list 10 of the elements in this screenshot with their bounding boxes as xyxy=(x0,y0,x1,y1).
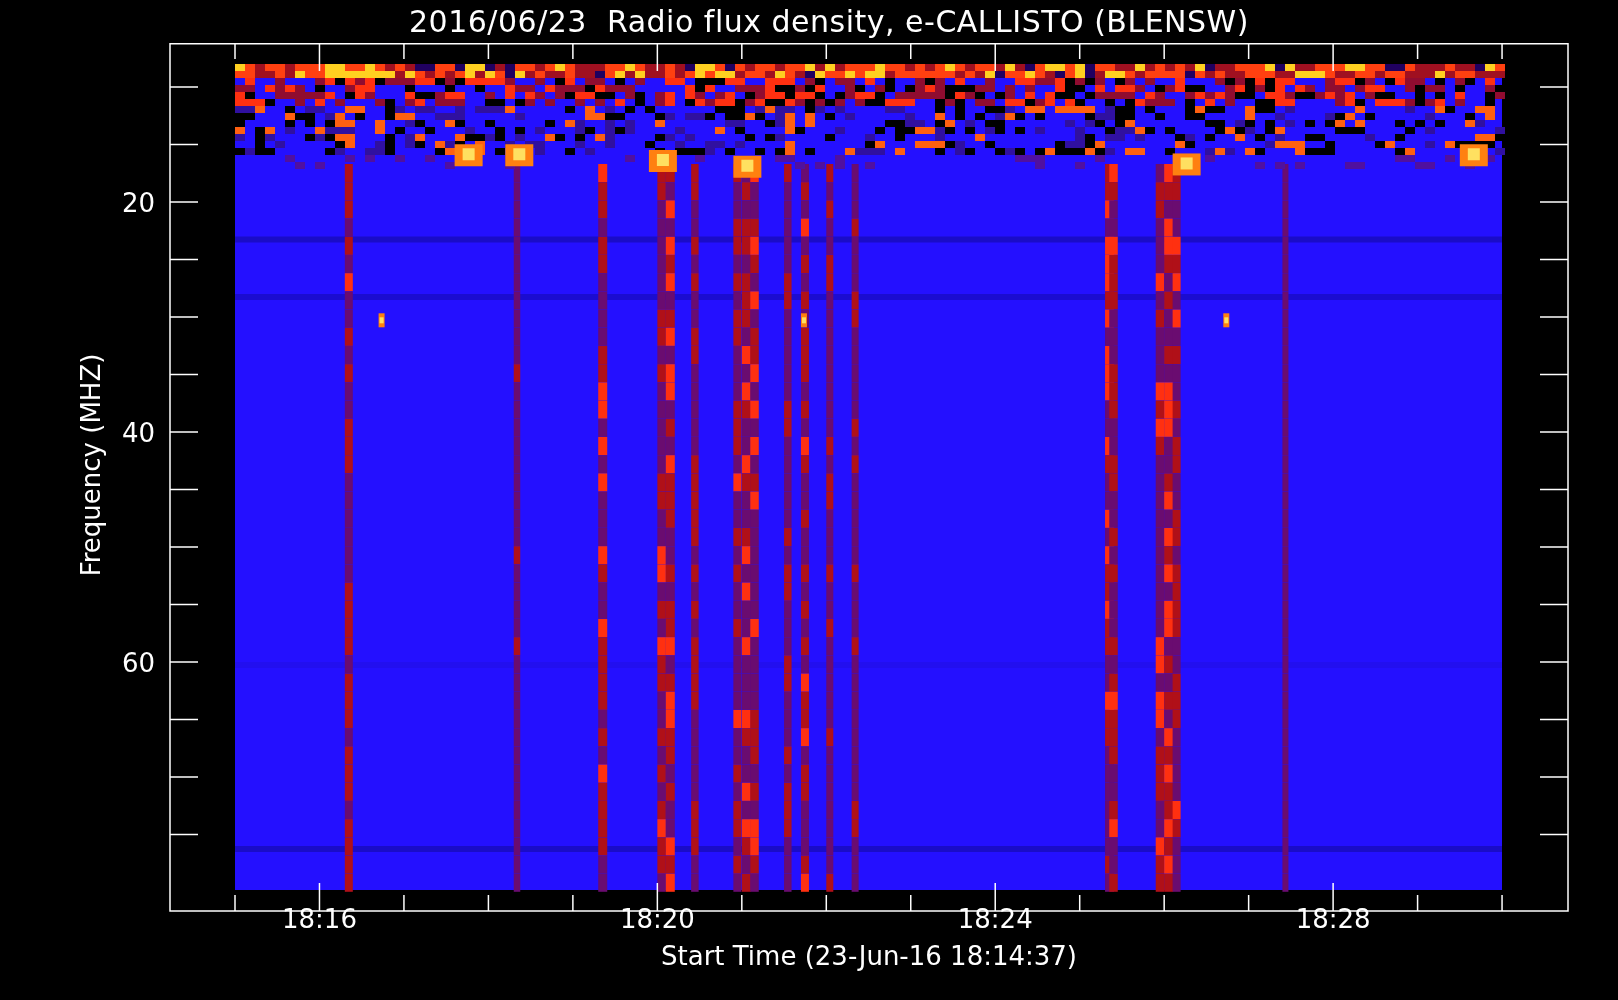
y-axis-label: Frequency (MHZ) xyxy=(76,353,106,577)
y-tick-label: 40 xyxy=(121,418,155,448)
x-axis-label: Start Time (23-Jun-16 18:14:37) xyxy=(661,941,1077,972)
x-tick-label: 18:16 xyxy=(282,904,357,934)
x-tick-label: 18:28 xyxy=(1295,904,1371,934)
chart-title: 2016/06/23 Radio flux density, e-CALLISTO (BLENSW) xyxy=(408,3,1250,41)
x-tick-label: 18:24 xyxy=(957,904,1033,934)
x-tick-label: 18:20 xyxy=(619,904,695,934)
y-tick-label: 60 xyxy=(121,648,155,678)
y-tick-label: 20 xyxy=(121,188,155,218)
